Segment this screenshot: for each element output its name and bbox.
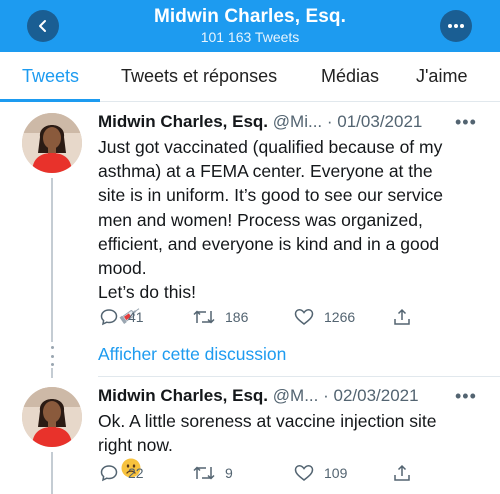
retweet-count: 9: [225, 465, 233, 481]
tweet-actions: 41 186 1266: [98, 308, 428, 330]
author-name[interactable]: Midwin Charles, Esq.: [98, 386, 268, 405]
tweet-date[interactable]: · 01/03/2021: [327, 112, 422, 131]
tweet-line: Just got vaccinated (qualified because o…: [98, 137, 443, 157]
reply-button[interactable]: 41: [100, 308, 144, 326]
reply-icon: [100, 465, 118, 482]
thread-dots: [48, 346, 56, 366]
more-button[interactable]: [440, 10, 472, 42]
tweet-more-button[interactable]: •••: [455, 386, 477, 407]
author-name[interactable]: Midwin Charles, Esq.: [98, 112, 268, 131]
thread-line: [51, 178, 53, 342]
author-handle[interactable]: @Mi...: [273, 112, 322, 131]
reply-button[interactable]: 22: [100, 464, 144, 482]
like-icon: [294, 309, 314, 325]
like-count: 109: [324, 465, 348, 481]
tweet-line: Ok. A little soreness at vaccine injecti…: [98, 411, 437, 431]
author-handle[interactable]: @M...: [273, 386, 319, 405]
profile-tabs: Tweets Tweets et réponses Médias J'aime: [0, 52, 500, 102]
avatar-image: [22, 113, 82, 173]
retweet-button[interactable]: 9: [193, 464, 233, 482]
tab-likes[interactable]: J'aime: [416, 66, 467, 87]
show-thread-link[interactable]: Afficher cette discussion: [98, 344, 286, 365]
thread-line: [51, 452, 53, 494]
tweet-line-text: Let’s do this!: [98, 282, 196, 303]
retweet-count: 186: [225, 309, 249, 325]
tweet-line: asthma) at a FEMA center. Everyone at th…: [98, 161, 433, 182]
like-button[interactable]: 109: [294, 464, 347, 482]
avatar-image: [22, 387, 82, 447]
avatar[interactable]: [22, 113, 82, 173]
share-button[interactable]: [393, 464, 411, 482]
retweet-icon: [193, 466, 215, 480]
tweet-header: Midwin Charles, Esq. @Mi... · 01/03/2021: [98, 112, 422, 132]
profile-header: Midwin Charles, Esq. 101 163 Tweets: [0, 0, 500, 52]
tweet-divider: [98, 376, 500, 377]
tweet-line-text: right now.: [98, 435, 173, 456]
share-icon: [394, 464, 410, 481]
profile-name-title: Midwin Charles, Esq.: [153, 6, 347, 27]
like-icon: [294, 465, 314, 481]
tweet-line: efficient, and everyone is kind and in a…: [98, 233, 440, 254]
active-tab-indicator: [0, 99, 100, 102]
tweet-date[interactable]: · 02/03/2021: [323, 386, 418, 405]
tweet-line: mood.: [98, 258, 147, 279]
more-icon: [448, 24, 464, 28]
reply-count: 41: [128, 309, 144, 325]
reply-icon: [100, 309, 118, 326]
tweet-more-button[interactable]: •••: [455, 112, 477, 133]
tweet-line: men and women! Process was organized,: [98, 209, 423, 230]
thread-line: [51, 368, 53, 378]
tweet-header: Midwin Charles, Esq. @M... · 02/03/2021: [98, 386, 419, 406]
tab-tweets[interactable]: Tweets: [22, 66, 79, 87]
tab-tweets-and-replies[interactable]: Tweets et réponses: [121, 66, 277, 87]
retweet-button[interactable]: 186: [193, 308, 248, 326]
like-count: 1266: [324, 309, 356, 325]
share-icon: [394, 308, 410, 325]
retweet-icon: [193, 310, 215, 324]
like-button[interactable]: 1266: [294, 308, 355, 326]
tweet-line: site is in uniform. It’s good to see our…: [98, 185, 443, 206]
tab-media[interactable]: Médias: [321, 66, 379, 87]
tweet-count: 101 163 Tweets: [200, 29, 300, 45]
reply-count: 22: [128, 465, 144, 481]
tweet-actions: 22 9 109: [98, 464, 428, 486]
share-button[interactable]: [393, 308, 411, 326]
avatar[interactable]: [22, 387, 82, 447]
